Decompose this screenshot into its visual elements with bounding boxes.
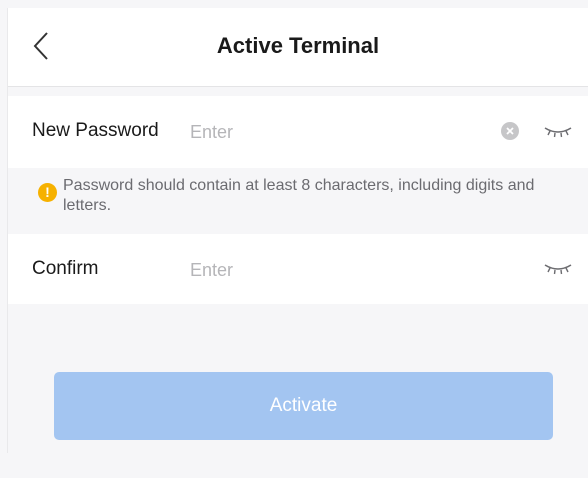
- activate-button[interactable]: Activate: [54, 372, 553, 440]
- eye-closed-icon: [544, 264, 572, 275]
- page-title: Active Terminal: [216, 33, 380, 58]
- new-password-input[interactable]: [190, 120, 490, 144]
- toggle-password-visibility-button[interactable]: [542, 121, 574, 141]
- toggle-confirm-visibility-button[interactable]: [542, 258, 574, 278]
- header-bar: Active Terminal: [8, 8, 588, 87]
- new-password-row: New Password: [8, 96, 588, 168]
- password-hint: ! Password should contain at least 8 cha…: [8, 168, 588, 234]
- eye-closed-icon: [544, 127, 572, 138]
- app-screen: Active Terminal New Password ! Password …: [0, 0, 588, 478]
- new-password-label: New Password: [32, 120, 159, 141]
- clear-button[interactable]: [501, 122, 519, 140]
- info-icon: !: [38, 183, 57, 202]
- hint-text: Password should contain at least 8 chara…: [63, 177, 535, 214]
- clear-circle-icon: [506, 127, 514, 135]
- confirm-password-input[interactable]: [190, 258, 510, 282]
- confirm-label: Confirm: [32, 258, 99, 279]
- confirm-password-row: Confirm: [8, 234, 588, 304]
